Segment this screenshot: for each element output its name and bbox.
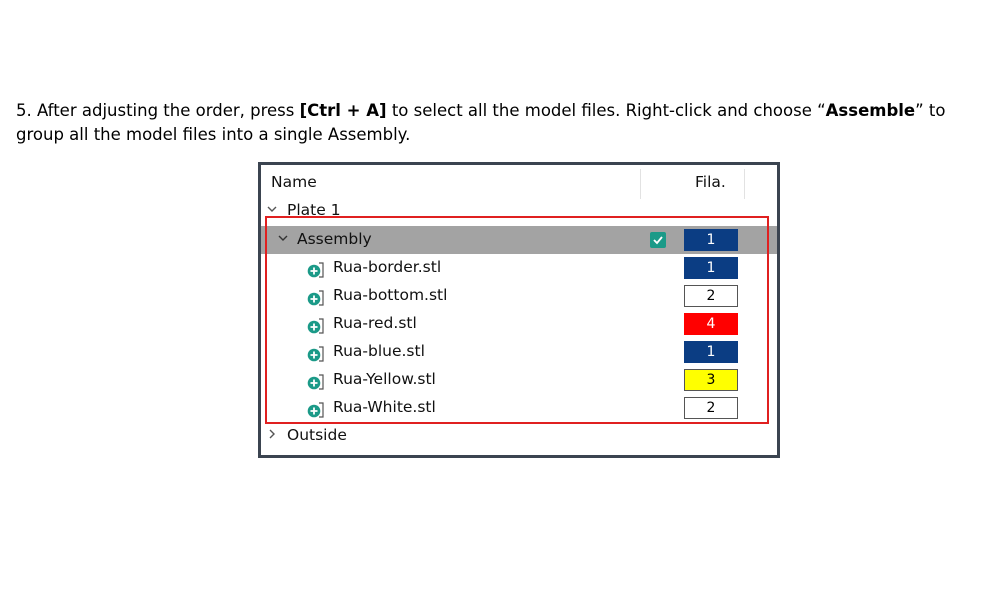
filament-badge[interactable]: 1 [684,341,738,363]
column-divider [640,169,641,199]
column-header-filament[interactable]: Fila. [695,173,726,191]
file-label: Rua-bottom.stl [333,286,448,304]
chevron-right-icon[interactable] [267,428,277,442]
chevron-down-icon[interactable] [278,232,288,246]
instruction-part: to select all the model files. Right-cli… [386,101,826,120]
add-part-icon [307,318,324,334]
plate-label: Plate 1 [287,201,341,219]
tree-row-outside[interactable]: Outside [261,422,777,450]
file-label: Rua-red.stl [333,314,417,332]
tree-row-plate[interactable]: Plate 1 [261,197,777,225]
filament-badge[interactable]: 4 [684,313,738,335]
file-label: Rua-blue.stl [333,342,425,360]
column-header-name[interactable]: Name [271,173,317,191]
key-combo: [Ctrl + A] [299,101,387,120]
filament-badge[interactable]: 1 [684,229,738,251]
add-part-icon [307,402,324,418]
tree-row-file[interactable]: Rua-blue.stl 1 [261,338,777,366]
add-part-icon [307,374,324,390]
instruction-part: 5. After adjusting the order, press [16,101,300,120]
tree-row-file[interactable]: Rua-border.stl 1 [261,254,777,282]
file-label: Rua-Yellow.stl [333,370,436,388]
object-list-panel: Name Fila. Plate 1 Assembly 1 Rua-border… [258,162,780,458]
tree-row-file[interactable]: Rua-red.stl 4 [261,310,777,338]
instruction-text: 5. After adjusting the order, press [Ctr… [16,99,991,147]
add-part-icon [307,346,324,362]
chevron-down-icon[interactable] [267,203,277,217]
file-label: Rua-White.stl [333,398,436,416]
assemble-word: Assemble [825,101,916,120]
add-part-icon [307,290,324,306]
filament-badge[interactable]: 2 [684,285,738,307]
tree-row-file[interactable]: Rua-White.stl 2 [261,394,777,422]
outside-label: Outside [287,426,347,444]
tree-row-file[interactable]: Rua-Yellow.stl 3 [261,366,777,394]
tree-row-assembly[interactable]: Assembly 1 [261,226,777,254]
tree-row-file[interactable]: Rua-bottom.stl 2 [261,282,777,310]
file-label: Rua-border.stl [333,258,442,276]
column-divider [744,169,745,199]
add-part-icon [307,262,324,278]
assembly-label: Assembly [297,230,372,248]
filament-badge[interactable]: 2 [684,397,738,419]
filament-badge[interactable]: 1 [684,257,738,279]
filament-badge[interactable]: 3 [684,369,738,391]
checkbox-icon[interactable] [650,232,666,248]
